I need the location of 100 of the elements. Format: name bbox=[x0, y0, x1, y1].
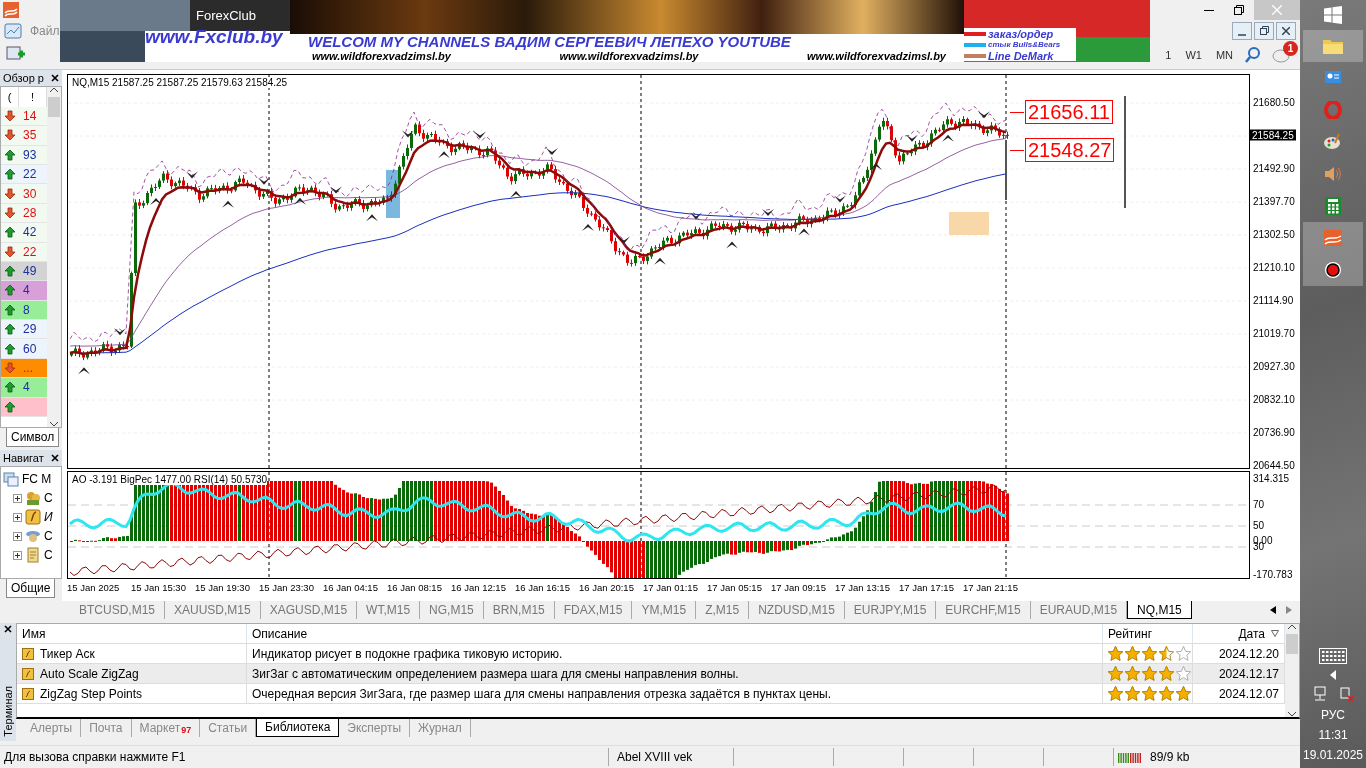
spread-value: 22 bbox=[22, 166, 38, 184]
chart-tab[interactable]: XAUUSD,M15 bbox=[165, 601, 261, 620]
symbol-row[interactable]: 30 bbox=[1, 184, 47, 204]
network-icon[interactable] bbox=[1312, 686, 1328, 702]
record-icon[interactable] bbox=[1324, 261, 1342, 279]
chart-tab[interactable]: BTCUSD,M15 bbox=[70, 601, 165, 620]
star-icon bbox=[1125, 666, 1140, 682]
navigator-item[interactable]: FC M bbox=[22, 472, 52, 487]
chevron-up-icon[interactable] bbox=[50, 86, 58, 93]
symbol-row[interactable]: 93 bbox=[1, 145, 47, 165]
table-cell: Auto Scale ZigZag bbox=[17, 664, 247, 684]
restore-icon bbox=[1234, 5, 1244, 15]
expand-icon[interactable] bbox=[13, 550, 22, 560]
symbol-row[interactable]: 35 bbox=[1, 126, 47, 146]
close-icon[interactable] bbox=[51, 73, 59, 82]
contact-card-icon[interactable] bbox=[1324, 70, 1342, 86]
chevron-up-icon[interactable] bbox=[1288, 624, 1296, 631]
time-axis-label: 16 Jan 16:15 bbox=[515, 580, 571, 595]
chart-tab[interactable]: NQ,M15 bbox=[1127, 601, 1192, 620]
terminal-tab[interactable]: Алерты bbox=[22, 719, 82, 738]
time-axis-label: 15 Jan 23:30 bbox=[259, 580, 315, 595]
column-header[interactable]: Имя bbox=[17, 624, 247, 644]
scrollbar[interactable] bbox=[1285, 624, 1299, 718]
menu-item[interactable]: Файл bbox=[30, 23, 60, 38]
close-icon[interactable] bbox=[4, 625, 12, 634]
symbol-row[interactable]: 4 bbox=[1, 378, 47, 398]
terminal-tab[interactable]: Журнал bbox=[410, 719, 471, 738]
symbol-row[interactable]: 60 bbox=[1, 339, 47, 359]
spread-value: 30 bbox=[22, 185, 38, 203]
symbol-row[interactable]: 42 bbox=[1, 223, 47, 243]
symbol-row[interactable] bbox=[1, 397, 47, 417]
windows-logo-icon[interactable] bbox=[1324, 6, 1342, 24]
close-icon[interactable] bbox=[51, 453, 59, 462]
expand-icon[interactable] bbox=[13, 512, 22, 522]
chart-tab[interactable]: NZDUSD,M15 bbox=[749, 601, 845, 620]
spread-value: 28 bbox=[22, 204, 38, 222]
close-button[interactable] bbox=[1276, 21, 1296, 40]
timeframe-button[interactable]: MN bbox=[1212, 47, 1236, 64]
panel-tab[interactable]: Общие bbox=[6, 579, 56, 599]
symbol-row[interactable]: 22 bbox=[1, 164, 47, 185]
chart-tab[interactable]: FDAX,M15 bbox=[554, 601, 633, 620]
symbol-row[interactable]: 49 bbox=[1, 261, 47, 282]
terminal-tab[interactable]: Маркет97 bbox=[131, 719, 201, 738]
scroll-left-icon[interactable] bbox=[1270, 606, 1276, 615]
chart-tab[interactable]: XAGUSD,M15 bbox=[260, 601, 358, 620]
symbol-row[interactable]: 29 bbox=[1, 320, 47, 340]
column-header[interactable]: Рейтинг bbox=[1103, 624, 1193, 644]
language-indicator[interactable]: РУС bbox=[1321, 708, 1345, 722]
scrollbar-thumb[interactable] bbox=[48, 96, 60, 117]
scrollbar[interactable] bbox=[47, 86, 61, 427]
restore-button[interactable] bbox=[1254, 21, 1274, 40]
spread-value: 42 bbox=[22, 224, 38, 242]
chart-tab[interactable]: EURJPY,M15 bbox=[844, 601, 937, 620]
chevron-down-icon[interactable] bbox=[1288, 711, 1296, 718]
chart-tab[interactable]: EURCHF,M15 bbox=[936, 601, 1031, 620]
symbol-row[interactable]: 8 bbox=[1, 300, 47, 321]
minimize-button[interactable] bbox=[1232, 21, 1252, 40]
leader-line bbox=[1010, 111, 1024, 113]
price-axis-label: 21397.70 bbox=[1253, 195, 1295, 207]
terminal-tab[interactable]: Эксперты bbox=[339, 719, 411, 738]
calculator-icon[interactable] bbox=[1325, 197, 1341, 215]
app-logo-icon[interactable] bbox=[1324, 230, 1342, 246]
chart-tab[interactable]: BRN,M15 bbox=[483, 601, 555, 620]
expand-icon[interactable] bbox=[13, 531, 22, 541]
symbol-row[interactable]: 22 bbox=[1, 242, 47, 262]
keyboard-icon[interactable] bbox=[1319, 648, 1347, 664]
column-header[interactable]: ( bbox=[1, 86, 19, 107]
navigator-item[interactable]: С bbox=[44, 548, 53, 563]
panel-title: Навигат bbox=[3, 451, 44, 464]
price-axis-label: 21114.90 bbox=[1253, 294, 1294, 306]
terminal-tab[interactable]: Почта bbox=[81, 719, 132, 738]
chart-tab[interactable]: YM,M15 bbox=[632, 601, 697, 620]
clock-time[interactable]: 11:31 bbox=[1318, 728, 1348, 742]
website-text: www.wildforexvadzimsl.by bbox=[312, 50, 451, 62]
scroll-right-icon[interactable] bbox=[1286, 606, 1292, 615]
table-cell: Очередная версия ЗигЗага, где размер шага для смены направления отрезка задаётся в пунктах цены. bbox=[247, 684, 1103, 704]
navigator-item[interactable]: И bbox=[44, 510, 53, 525]
symbol-row[interactable]: 4 bbox=[1, 281, 47, 301]
timeframe-button[interactable]: 1 bbox=[1162, 47, 1175, 64]
chart-tab[interactable]: NG,M15 bbox=[420, 601, 484, 620]
power-plug-icon[interactable] bbox=[1338, 686, 1354, 702]
star-icon bbox=[1176, 666, 1191, 682]
symbol-row[interactable]: 28 bbox=[1, 203, 47, 224]
timeframe-button[interactable]: W1 bbox=[1182, 47, 1205, 64]
column-header[interactable]: Описание bbox=[247, 624, 1103, 644]
navigator-item[interactable]: С bbox=[44, 491, 53, 506]
expand-icon[interactable] bbox=[13, 493, 22, 503]
chart-tab[interactable]: WT,M15 bbox=[357, 601, 421, 620]
navigator-item[interactable]: С bbox=[44, 529, 53, 544]
palette-icon[interactable] bbox=[1323, 133, 1343, 151]
chart-tab[interactable]: Z,M15 bbox=[696, 601, 750, 620]
time-axis-label: 16 Jan 20:15 bbox=[579, 580, 635, 595]
chevron-left-icon[interactable] bbox=[1330, 670, 1336, 680]
terminal-tab[interactable]: Библиотека bbox=[256, 719, 340, 738]
search-icon[interactable] bbox=[1244, 46, 1262, 65]
clock-date[interactable]: 19.01.2025 bbox=[1302, 748, 1364, 762]
symbol-row[interactable]: 14 bbox=[1, 106, 47, 127]
speaker-icon[interactable] bbox=[1324, 166, 1342, 182]
chevron-down-icon[interactable] bbox=[50, 420, 58, 427]
scrollbar-thumb[interactable] bbox=[1286, 634, 1298, 655]
